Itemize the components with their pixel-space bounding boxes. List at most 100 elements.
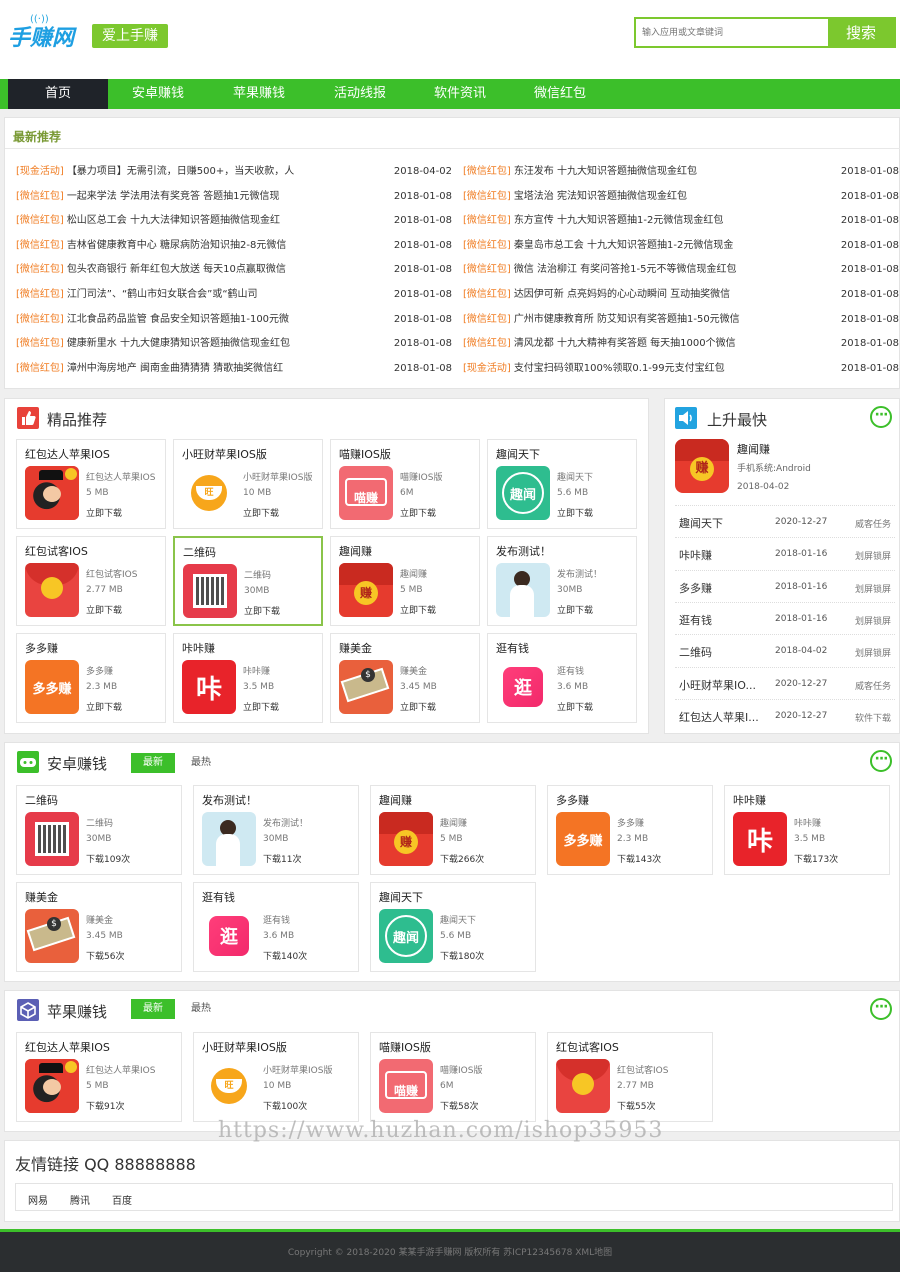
download-button[interactable]: 立即下载 <box>244 604 280 617</box>
app-name[interactable]: 喵赚IOS版 <box>379 1039 431 1055</box>
app-card[interactable]: 逛有钱逛逛有钱 3.6 MB 立即下载 <box>487 633 637 723</box>
download-button[interactable]: 立即下载 <box>86 700 122 713</box>
download-button[interactable]: 立即下载 <box>400 700 436 713</box>
news-row[interactable]: [微信红包] 秦皇岛市总工会 十九大知识答题抽1-2元微信现金 2018-01-08 <box>463 236 899 256</box>
quwenzhuan-icon[interactable]: 赚 <box>675 439 729 493</box>
news-category[interactable]: [现金活动] <box>463 363 511 374</box>
rising-item-name[interactable]: 趣闻天下 <box>679 515 723 531</box>
tab-newest[interactable]: 最新 <box>131 753 175 773</box>
guangyouqian-icon[interactable]: 逛 <box>496 660 550 714</box>
news-category[interactable]: [现金活动] <box>16 166 64 177</box>
rising-item-category[interactable]: 威客任务 <box>855 679 891 692</box>
app-card[interactable]: 发布测试！ 发布测试！ 30MB 立即下载 <box>487 536 637 626</box>
app-name[interactable]: 喵赚IOS版 <box>339 446 391 462</box>
app-name[interactable]: 多多赚 <box>556 792 589 808</box>
download-button[interactable]: 立即下载 <box>86 603 122 616</box>
app-name[interactable]: 二维码 <box>183 544 216 560</box>
news-row[interactable]: [微信红包] 江北食品药品监管 食品安全知识答题抽1-100元微 2018-01-0… <box>16 310 452 330</box>
app-name[interactable]: 发布测试！ <box>496 543 551 559</box>
qrcode-icon[interactable] <box>25 812 79 866</box>
app-card[interactable]: 喵赚IOS版 喵赚 喵赚IOS版 6M 立即下载 <box>330 439 480 529</box>
tab-hottest[interactable]: 最热 <box>181 999 221 1019</box>
download-button[interactable]: 立即下载 <box>557 700 593 713</box>
news-category[interactable]: [微信红包] <box>16 338 64 349</box>
hongbao-daren-icon[interactable] <box>25 466 79 520</box>
app-name[interactable]: 趣闻赚 <box>339 543 372 559</box>
app-name[interactable]: 红包达人苹果IOS <box>25 446 110 462</box>
quwenzhuan-icon[interactable]: 赚 <box>379 812 433 866</box>
rising-item-category[interactable]: 软件下载 <box>855 711 891 724</box>
photo-icon[interactable] <box>202 812 256 866</box>
link-item[interactable]: 网易 <box>28 1192 48 1207</box>
news-row[interactable]: [现金活动] 支付宝扫码领取100%领取0.1-99元支付宝红包 2018-01-0… <box>463 359 899 379</box>
app-card[interactable]: 多多赚 多多赚 多多赚 2.3 MB 立即下载 <box>16 633 166 723</box>
news-row[interactable]: [微信红包] 包头农商银行 新年红包大放送 每天10点赢取微信 2018-01-08 <box>16 260 452 280</box>
app-name[interactable]: 红包达人苹果IOS <box>25 1039 110 1055</box>
news-row[interactable]: [现金活动] 【暴力项目】无需引流，日赚500+，当天收款，人 2018-04-02 <box>16 162 452 182</box>
photo-icon[interactable] <box>496 563 550 617</box>
news-title[interactable]: 漳州中海房地产 闽南金曲猜猜猜 猜歌抽奖微信红 <box>67 359 283 379</box>
rising-item-name[interactable]: 咔咔赚 <box>679 547 712 563</box>
app-card[interactable]: 逛有钱逛逛有钱 3.6 MB 下载140次 <box>193 882 359 972</box>
more-icon[interactable]: ··· <box>870 406 892 428</box>
download-button[interactable]: 立即下载 <box>243 506 279 519</box>
app-name[interactable]: 红包试客IOS <box>556 1039 619 1055</box>
rising-item[interactable]: 趣闻天下 2020-12-27 威客任务 <box>675 505 895 537</box>
news-row[interactable]: [微信红包] 健康新里水 十九大健康猜知识答题抽微信现金红包 2018-01-08 <box>16 334 452 354</box>
qrcode-icon[interactable] <box>183 564 237 618</box>
quwen-icon[interactable]: 趣闻 <box>496 466 550 520</box>
news-category[interactable]: [微信红包] <box>16 314 64 325</box>
nav-item-news[interactable]: 软件资讯 <box>410 79 510 109</box>
app-card[interactable]: 趣闻天下 趣闻 趣闻天下 5.6 MB 下载180次 <box>370 882 536 972</box>
rising-item-category[interactable]: 划屏锁屏 <box>855 549 891 562</box>
news-title[interactable]: 清风龙都 十九大精神有奖答题 每天抽1000个微信 <box>514 334 736 354</box>
download-button[interactable]: 立即下载 <box>557 603 593 616</box>
news-title[interactable]: 支付宝扫码领取100%领取0.1-99元支付宝红包 <box>514 359 725 379</box>
news-category[interactable]: [微信红包] <box>463 215 511 226</box>
link-item[interactable]: 腾讯 <box>70 1192 90 1207</box>
news-row[interactable]: [微信红包] 东汪发布 十九大知识答题抽微信现金红包 2018-01-08 <box>463 162 899 182</box>
news-title[interactable]: 微信 法治柳江 有奖问答抢1-5元不等微信现金红包 <box>514 260 737 280</box>
app-name[interactable]: 咔咔赚 <box>182 640 215 656</box>
news-category[interactable]: [微信红包] <box>463 166 511 177</box>
app-name[interactable]: 小旺财苹果IOS版 <box>182 446 267 462</box>
news-category[interactable]: [微信红包] <box>463 191 511 202</box>
app-card[interactable]: 红包试客IOS 红包试客IOS 2.77 MB 下载55次 <box>547 1032 713 1122</box>
app-card[interactable]: 红包试客IOS 红包试客IOS 2.77 MB 立即下载 <box>16 536 166 626</box>
rising-item[interactable]: 逛有钱 2018-01-16 划屏锁屏 <box>675 601 895 634</box>
news-row[interactable]: [微信红包] 东方宣传 十九大知识答题抽1-2元微信现金红包 2018-01-08 <box>463 211 899 231</box>
search-input[interactable] <box>636 19 830 46</box>
miaozhuan-icon[interactable]: 喵赚 <box>379 1059 433 1113</box>
rising-item-name[interactable]: 小旺财苹果IO... <box>679 677 756 693</box>
quwenzhuan-icon[interactable]: 赚 <box>339 563 393 617</box>
app-name[interactable]: 趣闻天下 <box>496 446 540 462</box>
news-row[interactable]: [微信红包] 清风龙都 十九大精神有奖答题 每天抽1000个微信 2018-01-0… <box>463 334 899 354</box>
hongbao-daren-icon[interactable] <box>25 1059 79 1113</box>
duoduozhuan-icon[interactable]: 多多赚 <box>556 812 610 866</box>
news-category[interactable]: [微信红包] <box>16 264 64 275</box>
app-card[interactable]: 赚美金 $ 赚美金 3.45 MB 下载56次 <box>16 882 182 972</box>
app-card[interactable]: 多多赚 多多赚 多多赚 2.3 MB 下载143次 <box>547 785 713 875</box>
duoduozhuan-icon[interactable]: 多多赚 <box>25 660 79 714</box>
app-name[interactable]: 二维码 <box>25 792 58 808</box>
app-card[interactable]: 咔咔赚咔咔咔赚 3.5 MB 下载173次 <box>724 785 890 875</box>
kakazhuan-icon[interactable]: 咔 <box>733 812 787 866</box>
app-card[interactable]: 二维码 二维码 30MB 立即下载 <box>173 536 323 626</box>
hongbao-shike-icon[interactable] <box>25 563 79 617</box>
app-card[interactable]: 趣闻天下 趣闻 趣闻天下 5.6 MB 立即下载 <box>487 439 637 529</box>
app-card[interactable]: 喵赚IOS版 喵赚 喵赚IOS版 6M 下载58次 <box>370 1032 536 1122</box>
news-category[interactable]: [微信红包] <box>463 264 511 275</box>
news-title[interactable]: 秦皇岛市总工会 十九大知识答题抽1-2元微信现金 <box>514 236 734 256</box>
news-title[interactable]: 松山区总工会 十九大法律知识答题抽微信现金红 <box>67 211 280 231</box>
app-name[interactable]: 红包试客IOS <box>25 543 88 559</box>
app-name[interactable]: 咔咔赚 <box>733 792 766 808</box>
app-card[interactable]: 红包达人苹果IOS 红包达人苹果IOS 5 MB 立即下载 <box>16 439 166 529</box>
rising-item-name[interactable]: 逛有钱 <box>679 612 712 628</box>
app-name[interactable]: 赚美金 <box>339 640 372 656</box>
news-row[interactable]: [微信红包] 松山区总工会 十九大法律知识答题抽微信现金红 2018-01-08 <box>16 211 452 231</box>
news-row[interactable]: [微信红包] 达因伊可新 点亮妈妈的心心动瞬间 互动抽奖微信 2018-01-08 <box>463 285 899 305</box>
news-category[interactable]: [微信红包] <box>16 289 64 300</box>
news-row[interactable]: [微信红包] 江门司法”、“鹤山市妇女联合会”或“鹤山司 2018-01-08 <box>16 285 452 305</box>
app-name[interactable]: 赚美金 <box>25 889 58 905</box>
nav-item-activity[interactable]: 活动线报 <box>310 79 410 109</box>
